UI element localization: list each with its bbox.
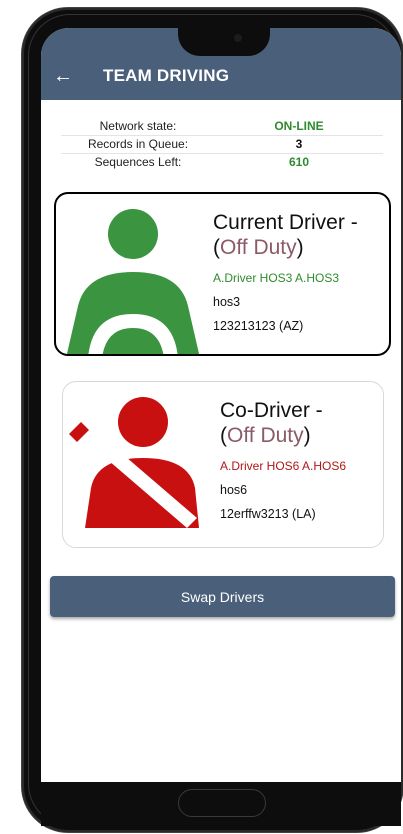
driver-steering-wheel-icon [66, 209, 200, 354]
home-button[interactable] [178, 789, 266, 817]
records-in-queue-value: 3 [295, 137, 303, 151]
status-table: Network state: ON-LINE Records in Queue:… [61, 118, 383, 171]
current-driver-info: Current Driver - (Off Duty) A.Driver HOS… [213, 211, 358, 334]
arrow-left-icon[interactable]: ← [53, 66, 77, 86]
status-label: Network state: [99, 119, 177, 133]
phone-notch [178, 22, 270, 56]
status-row-network: Network state: ON-LINE [61, 118, 383, 136]
swap-drivers-button[interactable]: Swap Drivers [50, 576, 395, 617]
status-label: Sequences Left: [94, 155, 182, 169]
current-driver-id: hos3 [213, 295, 241, 309]
network-state-value: ON-LINE [274, 119, 324, 133]
co-driver-card[interactable]: Co-Driver - (Off Duty) A.Driver HOS6 A.H… [62, 381, 384, 548]
co-driver-info: Co-Driver - (Off Duty) A.Driver HOS6 A.H… [220, 399, 346, 522]
co-driver-license: 12erffw3213 (LA) [220, 507, 316, 521]
page-title: TEAM DRIVING [103, 66, 230, 85]
current-driver-card[interactable]: Current Driver - (Off Duty) A.Driver HOS… [54, 192, 391, 356]
co-driver-duty: (Off Duty) [220, 424, 311, 447]
passenger-seatbelt-icon [69, 397, 199, 528]
co-driver-name: A.Driver HOS6 A.HOS6 [220, 459, 347, 473]
co-driver-id: hos6 [220, 483, 248, 497]
status-row-records: Records in Queue: 3 [61, 136, 383, 154]
app-screen: ← TEAM DRIVING Network state: ON-LINE Re… [41, 28, 401, 782]
duty-status: Off Duty [227, 424, 304, 447]
current-driver-name: A.Driver HOS3 A.HOS3 [213, 271, 340, 285]
current-driver-license: 123213123 (AZ) [213, 319, 304, 333]
sequences-left-value: 610 [288, 155, 310, 169]
status-label: Records in Queue: [87, 137, 189, 151]
co-driver-role: Co-Driver - [220, 399, 323, 422]
camera-icon [234, 34, 242, 42]
current-driver-role: Current Driver - [213, 211, 358, 234]
duty-status: Off Duty [220, 236, 297, 259]
current-driver-duty: (Off Duty) [213, 236, 304, 259]
status-row-sequences: Sequences Left: 610 [61, 154, 383, 171]
